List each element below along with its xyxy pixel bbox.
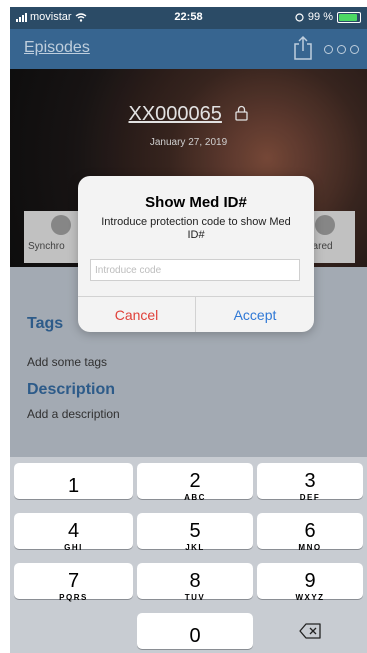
- battery-indicator: 99 %: [295, 11, 361, 23]
- key-number: 3: [304, 470, 316, 492]
- dialog-actions: Cancel Accept: [78, 296, 314, 332]
- numeric-keypad: 1 2 ABC 3 DEF 4 GHI 5 JKL 6 MNO 7 PQRS 8…: [10, 457, 367, 653]
- key-number: 6: [304, 520, 316, 542]
- key-3[interactable]: 3 DEF: [257, 463, 363, 502]
- key-letters: TUV: [184, 593, 206, 602]
- key-number: 9: [304, 570, 316, 592]
- key-number: 7: [67, 570, 80, 592]
- key-5[interactable]: 5 JKL: [137, 513, 253, 552]
- accept-button[interactable]: Accept: [196, 297, 314, 332]
- key-number: 8: [189, 570, 201, 592]
- status-bar: movistar 22:58 99 %: [10, 7, 367, 29]
- key-0[interactable]: 0: [137, 613, 253, 649]
- key-letters: JKL: [185, 543, 205, 552]
- delete-key[interactable]: [257, 613, 363, 649]
- dialog-message: Introduce protection code to show Med ID…: [101, 216, 291, 241]
- key-letters: GHI: [64, 543, 83, 552]
- app-screen: movistar 22:58 99 % Episodes XX000065 Ja…: [10, 7, 367, 653]
- key-number: 5: [189, 520, 201, 542]
- key-number: 2: [189, 470, 201, 492]
- dialog-title: Show Med ID#: [145, 194, 247, 211]
- backspace-icon: [299, 623, 321, 639]
- key-letters: DEF: [299, 493, 321, 502]
- key-4[interactable]: 4 GHI: [14, 513, 133, 552]
- key-letters: PQRS: [59, 593, 88, 602]
- orientation-lock-icon: [295, 12, 304, 22]
- battery-icon: [337, 11, 361, 23]
- med-id-dialog: Show Med ID# Introduce protection code t…: [78, 176, 314, 332]
- key-letters: ABC: [184, 493, 206, 502]
- key-2[interactable]: 2 ABC: [137, 463, 253, 502]
- key-1[interactable]: 1: [14, 463, 133, 499]
- cancel-button[interactable]: Cancel: [78, 297, 196, 332]
- key-letters: MNO: [298, 543, 322, 552]
- key-7[interactable]: 7 PQRS: [14, 563, 133, 602]
- dimming-overlay: Show Med ID# Introduce protection code t…: [10, 29, 367, 457]
- key-8[interactable]: 8 TUV: [137, 563, 253, 602]
- key-letters: WXYZ: [295, 593, 325, 602]
- key-number: 0: [189, 625, 201, 647]
- key-number: 1: [67, 475, 80, 497]
- key-9[interactable]: 9 WXYZ: [257, 563, 363, 602]
- key-number: 4: [67, 520, 80, 542]
- protection-code-input[interactable]: [90, 259, 300, 281]
- battery-percent: 99 %: [307, 11, 333, 23]
- key-6[interactable]: 6 MNO: [257, 513, 363, 552]
